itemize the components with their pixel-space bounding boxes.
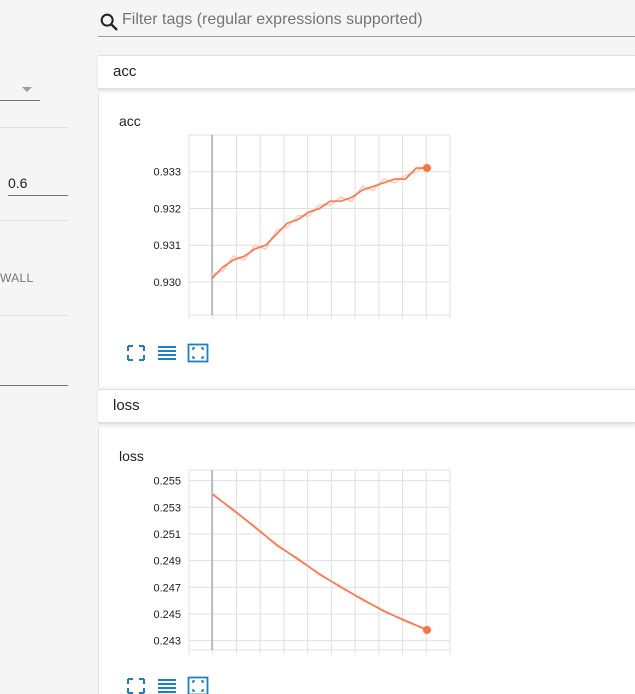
toggle-log-scale-icon[interactable] xyxy=(156,343,178,363)
filter-underline xyxy=(98,36,635,37)
y-tick-label: 0.245 xyxy=(153,609,181,621)
dropdown-arrow-icon[interactable] xyxy=(22,87,32,92)
category-header-loss[interactable]: loss xyxy=(98,389,635,423)
y-tick-label: 0.249 xyxy=(153,556,181,568)
sidebar-divider xyxy=(0,315,68,316)
y-tick-label: 0.251 xyxy=(153,529,181,541)
acc-chart[interactable]: 0.930 0.931 0.932 0.933 xyxy=(99,93,459,333)
smoothing-value-input[interactable]: 0.6 xyxy=(8,175,27,191)
y-tick-label: 0.255 xyxy=(153,476,181,488)
horizontal-axis-wall-option[interactable]: WALL xyxy=(0,271,33,285)
scalars-main-panel: acc acc 0.9300.9310.9320.933 loss l xyxy=(98,0,635,694)
fit-domain-icon[interactable] xyxy=(187,343,209,363)
tag-filter-bar xyxy=(98,0,635,38)
settings-sidebar: 0.6 WALL xyxy=(0,0,98,694)
sidebar-divider xyxy=(0,220,68,221)
app-root: 0.6 WALL acc acc 0.9300.9310.9320.933 xyxy=(0,0,635,694)
last-value-marker xyxy=(423,626,431,634)
scalar-card-acc: acc 0.930 0.931 0.932 0.933 xyxy=(98,93,635,387)
last-value-marker xyxy=(423,164,431,173)
category-name: acc xyxy=(113,63,137,80)
smoothing-input-underline xyxy=(8,195,68,196)
category-name: loss xyxy=(113,397,140,414)
search-icon xyxy=(100,13,118,31)
toggle-log-scale-icon[interactable] xyxy=(156,676,178,694)
sidebar-divider xyxy=(0,127,68,128)
y-tick-label: 0.931 xyxy=(153,240,181,252)
runs-filter-underline xyxy=(0,385,68,386)
fullscreen-icon[interactable] xyxy=(125,676,147,694)
fullscreen-icon[interactable] xyxy=(125,343,147,363)
y-tick-label: 0.253 xyxy=(153,502,181,514)
y-tick-label: 0.247 xyxy=(153,582,181,594)
y-tick-label: 0.933 xyxy=(153,167,181,179)
fit-domain-icon[interactable] xyxy=(187,676,209,694)
y-tick-label: 0.930 xyxy=(153,277,181,289)
y-tick-label: 0.243 xyxy=(153,636,181,648)
scalar-card-loss: loss 0.255 0.253 0.251 0.249 0.247 0.245 0.243 xyxy=(98,428,635,694)
plot-area xyxy=(188,134,451,316)
tag-filter-input[interactable] xyxy=(122,6,622,34)
category-header-acc[interactable]: acc xyxy=(98,55,635,89)
y-tick-label: 0.932 xyxy=(153,203,181,215)
dropdown-underline xyxy=(0,100,40,101)
loss-chart[interactable]: 0.255 0.253 0.251 0.249 0.247 0.245 0.243 xyxy=(99,428,459,668)
